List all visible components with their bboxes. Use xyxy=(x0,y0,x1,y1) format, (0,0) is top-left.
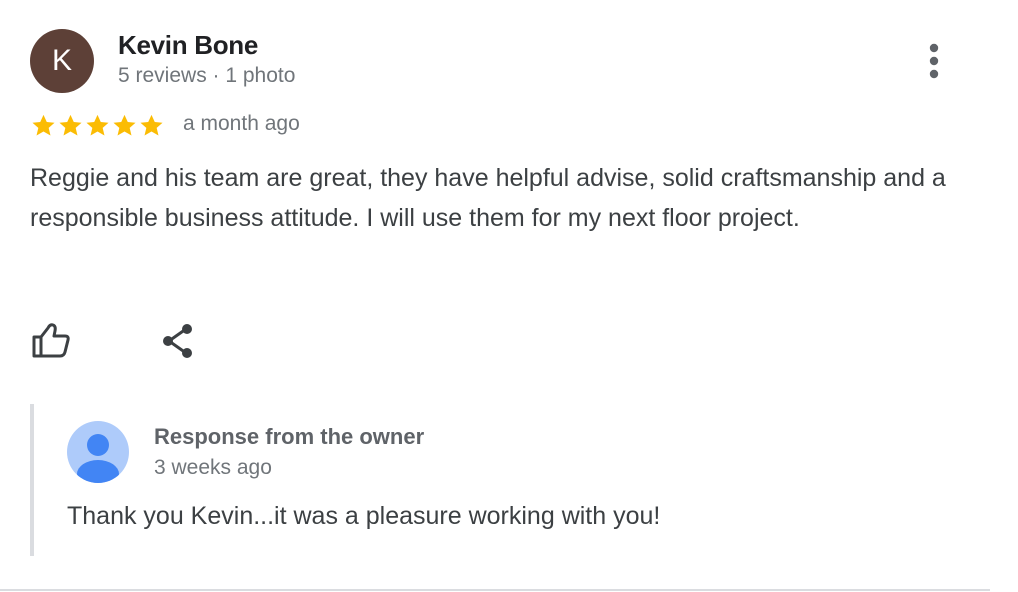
owner-avatar xyxy=(67,421,129,483)
more-vert-icon xyxy=(929,43,939,79)
star-icon xyxy=(140,114,163,136)
share-button[interactable] xyxy=(158,320,200,362)
avatar-letter: K xyxy=(51,44,72,77)
more-options-button[interactable] xyxy=(916,40,952,82)
star-rating xyxy=(30,111,165,139)
reviewer-meta[interactable]: 5 reviews · 1 photo xyxy=(118,64,295,88)
divider xyxy=(0,589,990,591)
star-icon xyxy=(32,114,55,136)
owner-response-title: Response from the owner xyxy=(154,424,425,449)
thumbs-up-icon xyxy=(32,323,70,358)
share-icon xyxy=(163,324,192,358)
owner-response-time: 3 weeks ago xyxy=(154,456,272,479)
review-card: K Kevin Bone 5 reviews · 1 photo a month… xyxy=(0,0,1018,592)
review-time: a month ago xyxy=(183,112,300,135)
star-icon xyxy=(59,114,82,136)
like-button[interactable] xyxy=(30,320,72,362)
review-text: Reggie and his team are great, they have… xyxy=(30,164,946,232)
person-icon xyxy=(67,421,129,483)
reviewer-avatar[interactable]: K xyxy=(30,29,94,93)
star-icon xyxy=(113,114,136,136)
star-icon xyxy=(86,114,109,136)
owner-response: Response from the owner 3 weeks ago Than… xyxy=(30,404,974,556)
reviewer-name[interactable]: Kevin Bone xyxy=(118,30,258,61)
owner-response-text: Thank you Kevin...it was a pleasure work… xyxy=(67,502,661,530)
